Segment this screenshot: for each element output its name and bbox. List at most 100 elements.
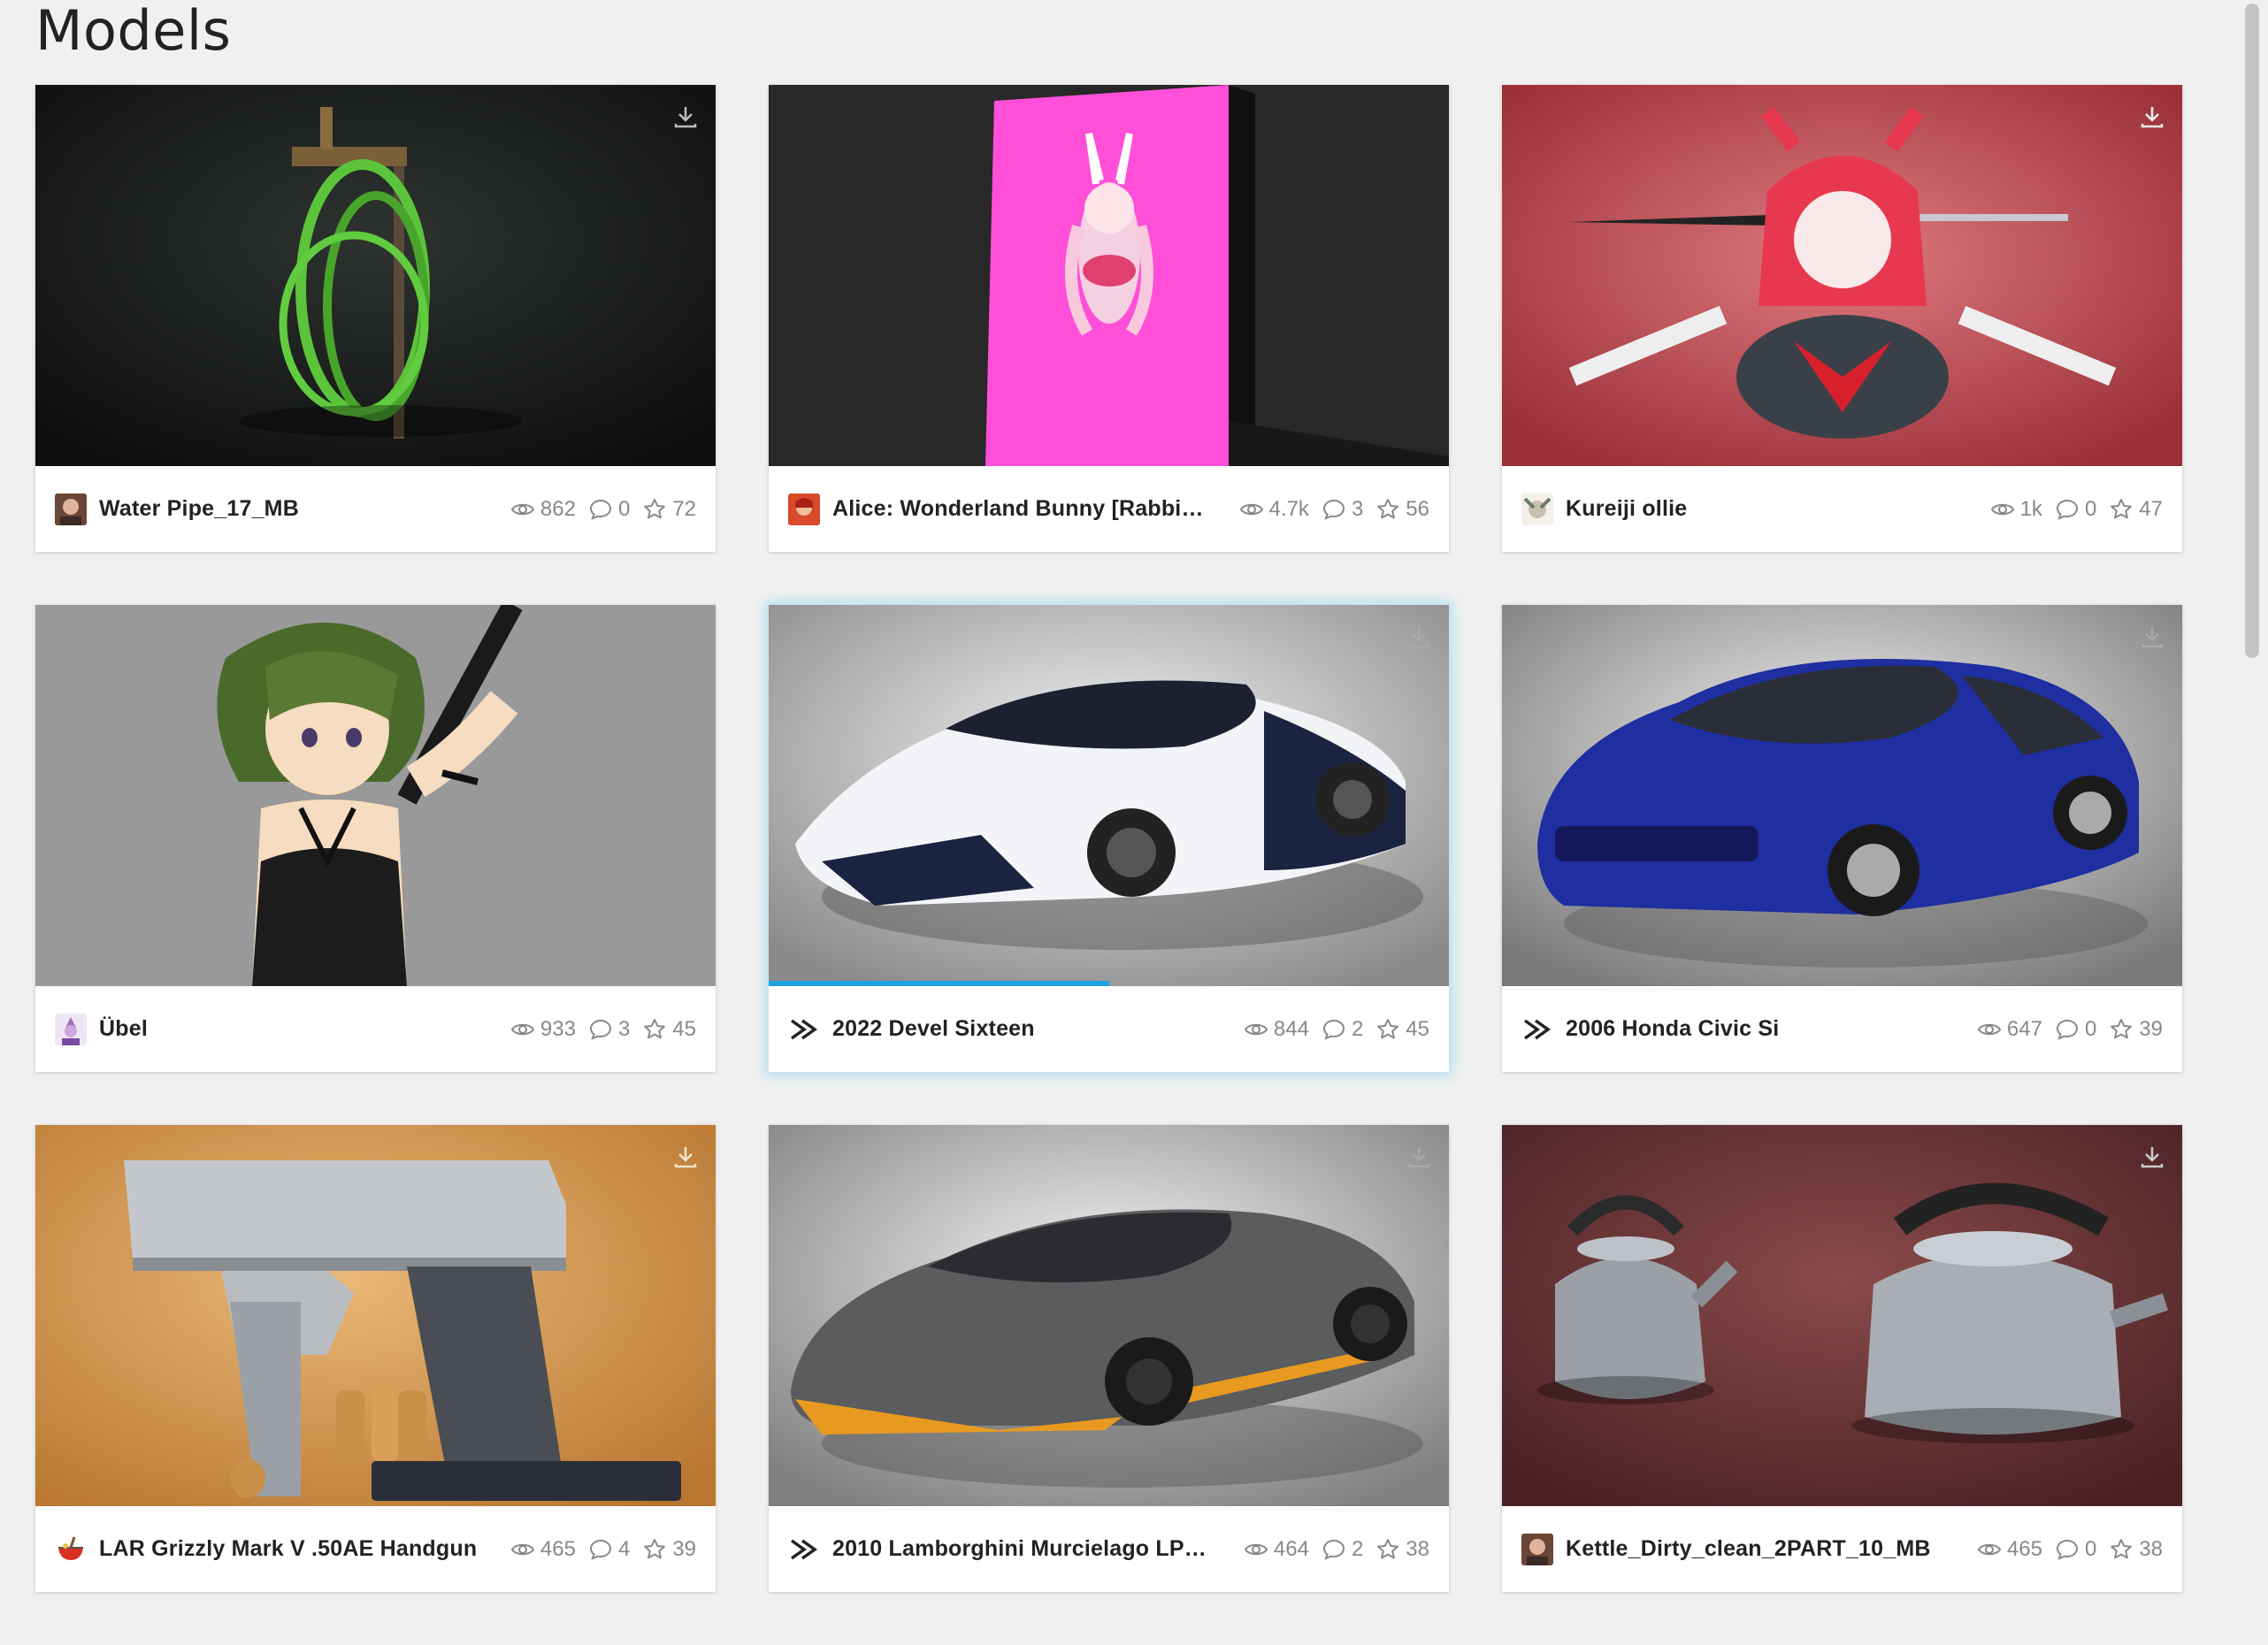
model-name[interactable]: Übel — [99, 1016, 480, 1042]
kettle-preview — [1502, 1125, 2182, 1506]
model-card[interactable]: Alice: Wonderland Bunny [Rabbit ... 4.7k… — [769, 85, 1449, 552]
kureiji-ollie-preview — [1502, 85, 2182, 466]
eye-icon — [510, 1543, 535, 1555]
model-card[interactable]: Übel 933 3 45 — [35, 605, 716, 1072]
model-name[interactable]: Water Pipe_17_MB — [99, 496, 480, 522]
model-card[interactable]: 2010 Lamborghini Murcielago LP6... 464 2… — [769, 1125, 1449, 1592]
comment-icon — [1322, 1539, 1345, 1560]
model-name[interactable]: 2022 Devel Sixteen — [832, 1016, 1214, 1042]
star-icon[interactable] — [642, 1017, 667, 1042]
model-stats: 4.7k 3 56 — [1227, 497, 1429, 522]
model-name[interactable]: Kureiji ollie — [1566, 496, 1960, 522]
like-count: 38 — [1406, 1536, 1429, 1561]
model-name[interactable]: LAR Grizzly Mark V .50AE Handgun — [99, 1536, 480, 1562]
download-icon[interactable] — [2138, 1143, 2166, 1171]
chevron-logo[interactable] — [788, 1014, 820, 1045]
view-count: 844 — [1273, 1016, 1309, 1041]
model-thumbnail[interactable] — [1502, 605, 2182, 986]
model-info: 2006 Honda Civic Si 647 0 39 — [1502, 986, 2182, 1072]
view-count: 464 — [1273, 1536, 1309, 1561]
model-info: Water Pipe_17_MB 862 0 72 — [35, 466, 716, 552]
like-count: 47 — [2139, 496, 2163, 521]
water-pipe-preview — [35, 85, 716, 466]
bowl-avatar[interactable] — [55, 1533, 87, 1565]
model-card[interactable]: Kettle_Dirty_clean_2PART_10_MB 465 0 38 — [1502, 1125, 2182, 1592]
lamborghini-preview — [769, 1125, 1449, 1506]
honda-civic-preview — [1502, 605, 2182, 986]
model-info: 2010 Lamborghini Murcielago LP6... 464 2… — [769, 1506, 1449, 1592]
view-count: 1k — [2019, 496, 2042, 521]
model-card[interactable]: Water Pipe_17_MB 862 0 72 — [35, 85, 716, 552]
model-card[interactable]: Kureiji ollie 1k 0 47 — [1502, 85, 2182, 552]
model-info: Alice: Wonderland Bunny [Rabbit ... 4.7k… — [769, 466, 1449, 552]
model-thumbnail[interactable] — [769, 1125, 1449, 1506]
model-thumbnail[interactable] — [769, 85, 1449, 466]
star-icon[interactable] — [1375, 1537, 1400, 1562]
user-avatar[interactable] — [55, 493, 87, 525]
model-thumbnail[interactable] — [35, 85, 716, 466]
user-avatar[interactable] — [1521, 1533, 1553, 1565]
star-icon[interactable] — [2109, 1537, 2134, 1562]
model-name[interactable]: Kettle_Dirty_clean_2PART_10_MB — [1566, 1536, 1947, 1562]
model-info: 2022 Devel Sixteen 844 2 45 — [769, 986, 1449, 1072]
model-name[interactable]: Alice: Wonderland Bunny [Rabbit ... — [832, 496, 1209, 522]
page-title: Models — [35, 0, 232, 63]
chevron-logo[interactable] — [1521, 1014, 1553, 1045]
star-icon[interactable] — [642, 1537, 667, 1562]
user-avatar[interactable] — [55, 1013, 87, 1045]
scrollbar-thumb[interactable] — [2245, 4, 2259, 658]
eye-icon — [1977, 1543, 2002, 1555]
model-thumbnail[interactable] — [1502, 85, 2182, 466]
view-count: 862 — [540, 496, 576, 521]
chevron-logo[interactable] — [788, 1534, 820, 1565]
view-count: 4.7k — [1268, 496, 1309, 521]
view-count: 465 — [2006, 1536, 2042, 1561]
star-icon[interactable] — [642, 497, 667, 522]
download-icon[interactable] — [2138, 623, 2166, 651]
model-name[interactable]: 2006 Honda Civic Si — [1566, 1016, 1947, 1042]
devel-sixteen-preview — [769, 605, 1449, 986]
eye-icon — [510, 1023, 535, 1035]
star-icon[interactable] — [1375, 1017, 1400, 1042]
star-icon[interactable] — [1375, 497, 1400, 522]
model-stats: 464 2 38 — [1231, 1537, 1429, 1562]
model-name[interactable]: 2010 Lamborghini Murcielago LP6... — [832, 1536, 1214, 1562]
model-info: Kettle_Dirty_clean_2PART_10_MB 465 0 38 — [1502, 1506, 2182, 1592]
comment-count: 0 — [2084, 1536, 2097, 1561]
eye-icon — [1244, 1023, 1268, 1035]
comment-icon — [2056, 499, 2078, 520]
model-thumbnail[interactable] — [35, 1125, 716, 1506]
download-icon[interactable] — [2138, 103, 2166, 131]
model-info: Übel 933 3 45 — [35, 986, 716, 1072]
like-count: 72 — [672, 496, 696, 521]
user-avatar[interactable] — [1521, 493, 1553, 525]
download-icon[interactable] — [671, 1143, 700, 1171]
model-card[interactable]: LAR Grizzly Mark V .50AE Handgun 465 4 3… — [35, 1125, 716, 1592]
model-thumbnail[interactable] — [1502, 1125, 2182, 1506]
star-icon[interactable] — [2109, 497, 2134, 522]
model-stats: 465 0 38 — [1965, 1537, 2163, 1562]
download-icon[interactable] — [1405, 1143, 1433, 1171]
model-stats: 647 0 39 — [1965, 1017, 2163, 1042]
model-card[interactable]: 2022 Devel Sixteen 844 2 45 — [769, 605, 1449, 1072]
comment-icon — [2056, 1019, 2078, 1040]
like-count: 45 — [1406, 1016, 1429, 1041]
model-thumbnail[interactable] — [769, 605, 1449, 986]
user-avatar[interactable] — [788, 493, 820, 525]
download-icon[interactable] — [671, 103, 700, 131]
page-scrollbar[interactable] — [2238, 0, 2268, 1645]
star-icon[interactable] — [2109, 1017, 2134, 1042]
comment-count: 0 — [2084, 496, 2097, 521]
ubel-preview — [35, 605, 716, 986]
model-stats: 862 0 72 — [498, 497, 696, 522]
model-info: LAR Grizzly Mark V .50AE Handgun 465 4 3… — [35, 1506, 716, 1592]
view-count: 465 — [540, 1536, 576, 1561]
eye-icon — [510, 503, 535, 515]
model-thumbnail[interactable] — [35, 605, 716, 986]
model-stats: 933 3 45 — [498, 1017, 696, 1042]
comment-icon — [589, 1019, 611, 1040]
model-stats: 844 2 45 — [1231, 1017, 1429, 1042]
download-icon[interactable] — [1405, 623, 1433, 651]
model-card[interactable]: 2006 Honda Civic Si 647 0 39 — [1502, 605, 2182, 1072]
like-count: 39 — [2139, 1016, 2163, 1041]
